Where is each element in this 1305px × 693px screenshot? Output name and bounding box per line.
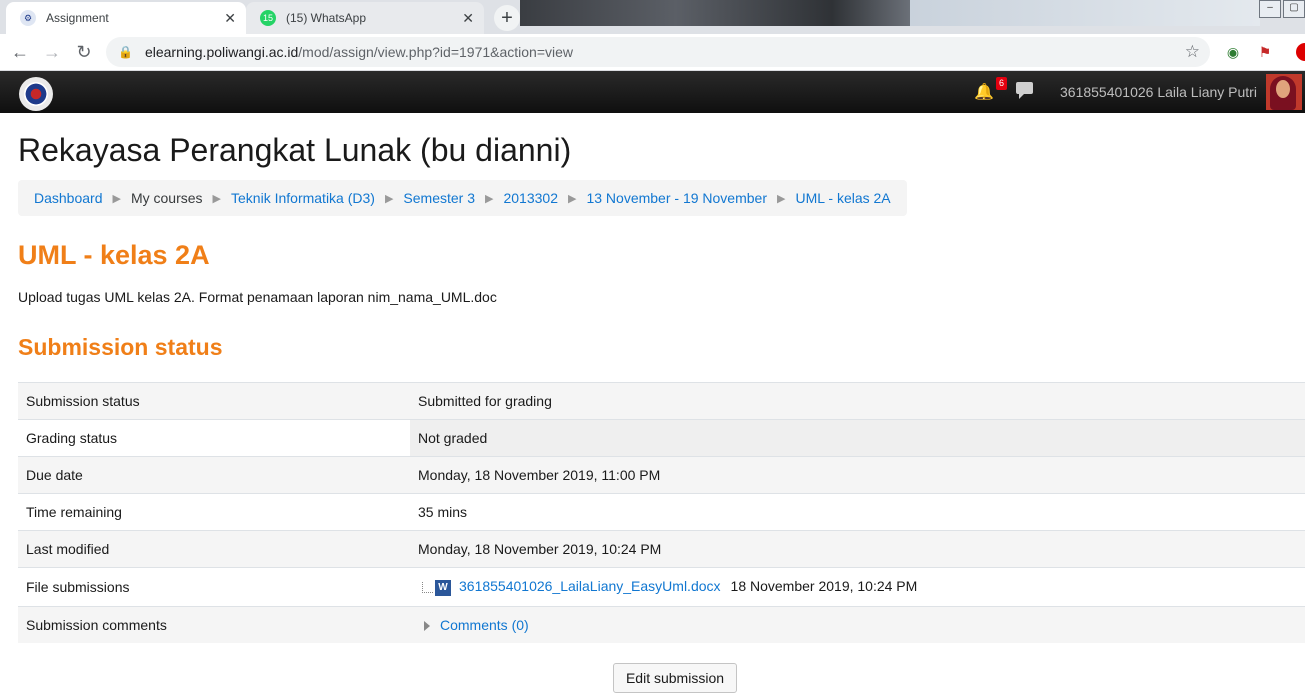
window-controls: – ▢ xyxy=(1257,0,1305,18)
breadcrumb-semester[interactable]: Semester 3 xyxy=(403,190,475,206)
breadcrumb-separator-icon: ▶ xyxy=(568,192,577,205)
edit-submission-button[interactable]: Edit submission xyxy=(613,663,737,693)
notification-count-badge: 6 xyxy=(996,77,1007,90)
new-tab-button[interactable]: + xyxy=(494,5,520,31)
moodle-icon: ⚙ xyxy=(20,10,36,26)
minimize-icon[interactable]: – xyxy=(1259,0,1281,18)
breadcrumb: Dashboard ▶ My courses ▶ Teknik Informat… xyxy=(18,180,907,216)
desktop-background xyxy=(520,0,910,26)
row-value: Not graded xyxy=(410,419,1305,457)
row-label: Submission comments xyxy=(18,606,410,643)
url-host: elearning.poliwangi.ac.id xyxy=(144,44,299,60)
breadcrumb-separator-icon: ▶ xyxy=(485,192,494,205)
close-tab-icon[interactable]: ✕ xyxy=(462,10,474,27)
back-icon[interactable]: ← xyxy=(8,40,32,64)
comments-link[interactable]: Comments (0) xyxy=(440,617,529,633)
row-value: Monday, 18 November 2019, 10:24 PM xyxy=(410,530,1305,568)
row-value: 35 mins xyxy=(410,493,1305,531)
user-name[interactable]: 361855401026 Laila Liany Putri xyxy=(1060,84,1257,100)
logo-emblem-icon xyxy=(24,82,48,106)
row-label: Submission status xyxy=(18,382,410,420)
table-row: Grading status Not graded xyxy=(18,419,1305,457)
assignment-title: UML - kelas 2A xyxy=(18,240,210,270)
table-row: Due date Monday, 18 November 2019, 11:00… xyxy=(18,456,1305,494)
table-row: Last modified Monday, 18 November 2019, … xyxy=(18,530,1305,568)
breadcrumb-separator-icon: ▶ xyxy=(777,192,786,205)
address-bar[interactable]: 🔒 elearning.poliwangi.ac.id/mod/assign/v… xyxy=(106,37,1210,67)
tree-line xyxy=(422,582,433,594)
site-logo[interactable] xyxy=(19,77,53,111)
tab-title: (15) WhatsApp xyxy=(286,11,367,25)
word-document-icon: W xyxy=(435,579,451,596)
row-label: Grading status xyxy=(18,419,410,457)
reload-icon[interactable]: ↻ xyxy=(72,40,96,64)
section-title: Submission status xyxy=(18,334,223,360)
row-label: Last modified xyxy=(18,530,410,568)
extension-globe-icon[interactable]: ◉ xyxy=(1224,43,1242,61)
breadcrumb-week[interactable]: 13 November - 19 November xyxy=(586,190,767,206)
lock-icon: 🔒 xyxy=(118,45,133,59)
breadcrumb-my-courses: My courses xyxy=(130,190,203,206)
submitted-file-link[interactable]: 361855401026_LailaLiany_EasyUml.docx xyxy=(459,578,721,594)
table-row: Submission comments Comments (0) xyxy=(18,606,1305,643)
bookmark-star-icon[interactable]: ☆ xyxy=(1185,42,1200,62)
submission-status-table: Submission status Submitted for grading … xyxy=(18,382,1305,643)
desktop-background-right xyxy=(910,0,1260,26)
breadcrumb-dashboard[interactable]: Dashboard xyxy=(34,190,103,206)
avatar[interactable] xyxy=(1266,74,1302,110)
row-value: Monday, 18 November 2019, 11:00 PM xyxy=(410,456,1305,494)
expand-triangle-icon[interactable] xyxy=(424,621,430,632)
pdf-extension-icon[interactable]: ⚑ xyxy=(1256,43,1274,61)
tab-whatsapp[interactable]: 15 (15) WhatsApp ✕ xyxy=(246,2,484,34)
row-value: W 361855401026_LailaLiany_EasyUml.docx 18 … xyxy=(410,567,1305,607)
browser-toolbar: ← → ↻ 🔒 elearning.poliwangi.ac.id/mod/as… xyxy=(0,34,1305,71)
breadcrumb-separator-icon: ▶ xyxy=(384,192,394,205)
whatsapp-icon: 15 xyxy=(260,10,276,26)
row-value: Submitted for grading xyxy=(410,382,1305,420)
file-date: 18 November 2019, 10:24 PM xyxy=(730,578,918,595)
row-label: File submissions xyxy=(18,567,410,607)
row-label: Due date xyxy=(18,456,410,494)
tab-title: Assignment xyxy=(46,11,109,25)
forward-icon[interactable]: → xyxy=(40,40,64,64)
maximize-icon[interactable]: ▢ xyxy=(1283,0,1305,18)
breadcrumb-program[interactable]: Teknik Informatika (D3) xyxy=(231,190,375,206)
assignment-intro: Upload tugas UML kelas 2A. Format penama… xyxy=(18,289,497,305)
tab-assignment[interactable]: ⚙ Assignment ✕ xyxy=(6,2,246,34)
close-tab-icon[interactable]: ✕ xyxy=(224,10,236,27)
table-row: Submission status Submitted for grading xyxy=(18,382,1305,420)
messages-icon[interactable] xyxy=(1016,82,1033,99)
row-value: Comments (0) xyxy=(410,606,1305,643)
row-label: Time remaining xyxy=(18,493,410,531)
breadcrumb-course-code[interactable]: 2013302 xyxy=(503,190,558,206)
page-title: Rekayasa Perangkat Lunak (bu dianni) xyxy=(18,132,572,168)
browser-tab-strip: ⚙ Assignment ✕ 15 (15) WhatsApp ✕ + – ▢ xyxy=(0,0,1305,34)
table-row: File submissions W 361855401026_LailaLian… xyxy=(18,567,1305,607)
table-row: Time remaining 35 mins xyxy=(18,493,1305,531)
breadcrumb-assignment[interactable]: UML - kelas 2A xyxy=(795,190,890,206)
notification-bell-icon[interactable]: 🔔 xyxy=(974,82,994,102)
breadcrumb-separator-icon: ▶ xyxy=(212,192,222,205)
breadcrumb-separator-icon: ▶ xyxy=(112,192,121,205)
url-path: /mod/assign/view.php?id=1971&action=view xyxy=(298,44,574,60)
